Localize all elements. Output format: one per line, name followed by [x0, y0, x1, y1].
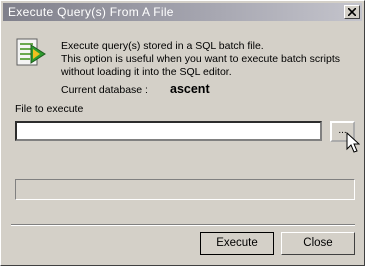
- file-path-input[interactable]: [15, 121, 322, 141]
- window-title: Execute Query(s) From A File: [8, 5, 174, 19]
- description-text: Execute query(s) stored in a SQL batch f…: [61, 40, 340, 79]
- dialog-window: Execute Query(s) From A File Execute que…: [0, 0, 365, 266]
- description-line-1: Execute query(s) stored in a SQL batch f…: [61, 40, 264, 52]
- current-database-value: ascent: [170, 82, 210, 96]
- execute-button-label: Execute: [216, 237, 258, 249]
- file-to-execute-label: File to execute: [15, 103, 84, 115]
- close-button-label: Close: [303, 237, 333, 249]
- button-separator: [11, 224, 355, 226]
- close-window-button[interactable]: [344, 5, 360, 19]
- close-button[interactable]: Close: [281, 232, 355, 255]
- title-bar[interactable]: Execute Query(s) From A File: [3, 3, 362, 21]
- description-line-2: This option is useful when you want to e…: [61, 53, 340, 65]
- close-icon: [348, 8, 356, 16]
- current-database-label: Current database :: [61, 84, 148, 96]
- description-line-3: without loading it into the SQL editor.: [61, 66, 232, 78]
- execution-progress-bar: [15, 179, 355, 200]
- mouse-cursor-icon: [346, 132, 360, 153]
- execute-button[interactable]: Execute: [200, 232, 274, 255]
- sql-script-file-icon: [15, 37, 47, 69]
